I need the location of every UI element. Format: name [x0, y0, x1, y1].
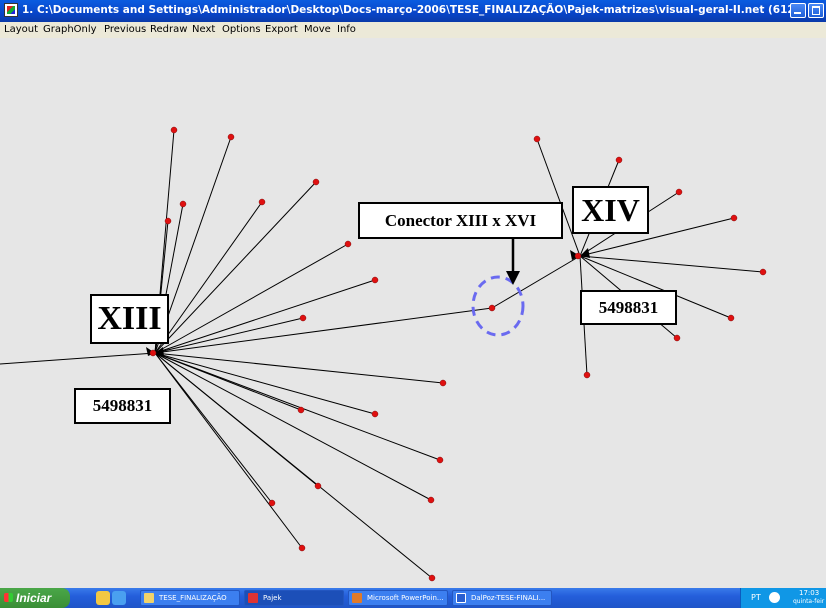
graph-node: [759, 268, 767, 276]
menu-next[interactable]: Next: [192, 24, 215, 35]
graph-node: [170, 126, 178, 134]
clock-time[interactable]: 17:03: [799, 589, 819, 597]
menu-options[interactable]: Options: [222, 24, 261, 35]
graph-node: [314, 482, 322, 490]
task-powerpoint[interactable]: Microsoft PowerPoin...: [348, 590, 448, 606]
edge: [154, 352, 441, 461]
graph-node: [727, 314, 735, 322]
edge: [0, 352, 156, 365]
maximize-button[interactable]: [808, 3, 824, 18]
graph-node: [299, 314, 307, 322]
graph-node: [583, 371, 591, 379]
edge: [154, 352, 432, 501]
edge: [154, 352, 303, 549]
windows-taskbar: Iniciar TESE_FINALIZAÇÃO Pajek Microsoft…: [0, 588, 826, 608]
edge: [154, 352, 433, 579]
edge: [154, 201, 263, 354]
hub-label-xiii: XIII: [90, 294, 169, 344]
graph-node: [675, 188, 683, 196]
hub-node-left: [149, 349, 157, 357]
hub-label-xiv: XIV: [572, 186, 649, 234]
folder-icon: [144, 593, 154, 603]
edge: [154, 307, 493, 354]
pajek-icon: [248, 593, 258, 603]
graph-canvas[interactable]: XIII XIV 5498831 5498831 Conector XIII x…: [0, 38, 826, 588]
quicklaunch-media-icon[interactable]: [96, 591, 110, 605]
language-indicator[interactable]: PT: [751, 593, 761, 602]
menu-bar: Layout GraphOnly Previous Redraw Next Op…: [0, 22, 826, 38]
connector-node: [488, 304, 496, 312]
graph-node: [164, 217, 172, 225]
start-button[interactable]: Iniciar: [0, 588, 70, 608]
graph-node: [371, 410, 379, 418]
task-label: Pajek: [263, 594, 282, 602]
graph-node: [268, 499, 276, 507]
graph-node: [344, 240, 352, 248]
task-label: TESE_FINALIZAÇÃO: [159, 594, 227, 602]
menu-graphonly[interactable]: GraphOnly: [43, 24, 97, 35]
task-tese-finalizacao[interactable]: TESE_FINALIZAÇÃO: [140, 590, 240, 606]
graph-node: [297, 406, 305, 414]
clock-day: quinta-feir: [793, 598, 825, 605]
graph-node: [436, 456, 444, 464]
task-pajek[interactable]: Pajek: [244, 590, 344, 606]
graph-node: [298, 544, 306, 552]
connector-label: Conector XIII x XVI: [358, 202, 563, 239]
edge: [154, 352, 376, 415]
menu-previous[interactable]: Previous: [104, 24, 146, 35]
edges-left-hub: [0, 129, 493, 579]
edge: [154, 317, 304, 354]
graph-node: [179, 200, 187, 208]
edge: [579, 255, 764, 273]
menu-move[interactable]: Move: [304, 24, 331, 35]
graph-node: [428, 574, 436, 582]
edge: [154, 181, 317, 354]
graph-node: [615, 156, 623, 164]
menu-layout[interactable]: Layout: [4, 24, 38, 35]
task-label: Microsoft PowerPoin...: [367, 594, 444, 602]
word-icon: [456, 593, 466, 603]
hub-left-value: 5498831: [74, 388, 171, 424]
menu-redraw[interactable]: Redraw: [150, 24, 187, 35]
hub-node-right: [574, 252, 582, 260]
minimize-button[interactable]: [790, 3, 806, 18]
window-titlebar[interactable]: 1. C:\Documents and Settings\Administrad…: [0, 0, 826, 22]
window-title: 1. C:\Documents and Settings\Administrad…: [22, 4, 800, 16]
hub-right-value: 5498831: [580, 290, 677, 325]
menu-export[interactable]: Export: [265, 24, 298, 35]
graph-node: [227, 133, 235, 141]
task-word-document[interactable]: DalPoz-TESE-FINALI...: [452, 590, 552, 606]
edge: [491, 255, 581, 309]
graph-node: [439, 379, 447, 387]
powerpoint-icon: [352, 593, 362, 603]
graph-node: [258, 198, 266, 206]
graph-node: [427, 496, 435, 504]
edge: [154, 352, 444, 384]
connector-arrow: [506, 233, 520, 285]
system-tray: PT 17:03 quinta-feir: [740, 588, 826, 608]
graph-node: [673, 334, 681, 342]
menu-info[interactable]: Info: [337, 24, 356, 35]
quicklaunch-browser-icon[interactable]: [112, 591, 126, 605]
graph-node: [312, 178, 320, 186]
task-label: DalPoz-TESE-FINALI...: [471, 594, 546, 602]
edges-right-hub: [491, 138, 764, 376]
graph-node: [371, 276, 379, 284]
pajek-app-icon[interactable]: [4, 3, 18, 17]
volume-icon[interactable]: [769, 592, 780, 603]
graph-node: [730, 214, 738, 222]
connector-highlight-ring: [471, 275, 525, 337]
graph-node: [533, 135, 541, 143]
